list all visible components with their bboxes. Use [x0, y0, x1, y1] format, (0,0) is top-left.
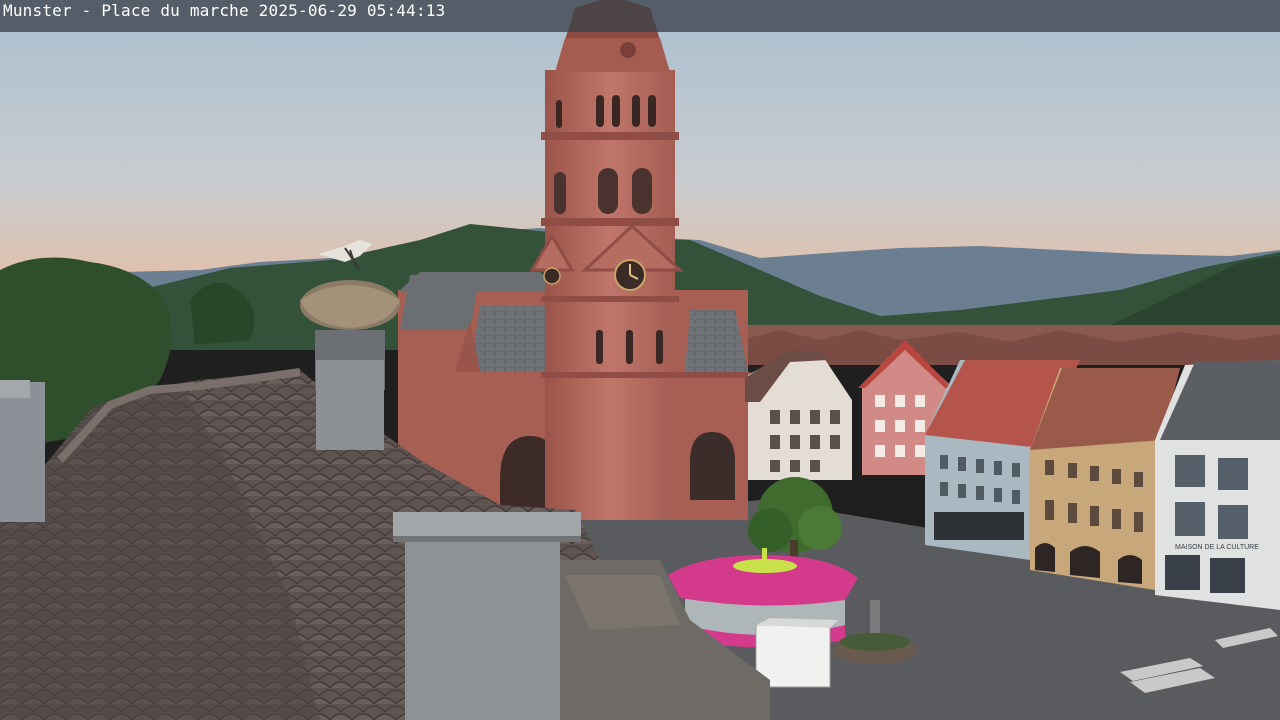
- camera-caption: Munster - Place du marche 2025-06-29 05:…: [3, 1, 446, 20]
- house-white: [745, 350, 852, 480]
- foreground-chimney: [393, 512, 581, 720]
- church-clock: [614, 259, 646, 291]
- house-grey-right: MAISON DE LA CULTURE: [1155, 360, 1280, 610]
- chimney-left-grey: [316, 360, 384, 450]
- webcam-scene: MAISON DE LA CULTURE: [0, 0, 1280, 720]
- storefront-sign: MAISON DE LA CULTURE: [1175, 544, 1259, 551]
- left-chimney: [0, 382, 45, 522]
- tower-rosette: [620, 42, 636, 58]
- webcam-frame: MAISON DE LA CULTURE Munster - Place du …: [0, 0, 1280, 720]
- church-porch-arch-right: [690, 432, 735, 500]
- white-kiosk: [755, 618, 838, 688]
